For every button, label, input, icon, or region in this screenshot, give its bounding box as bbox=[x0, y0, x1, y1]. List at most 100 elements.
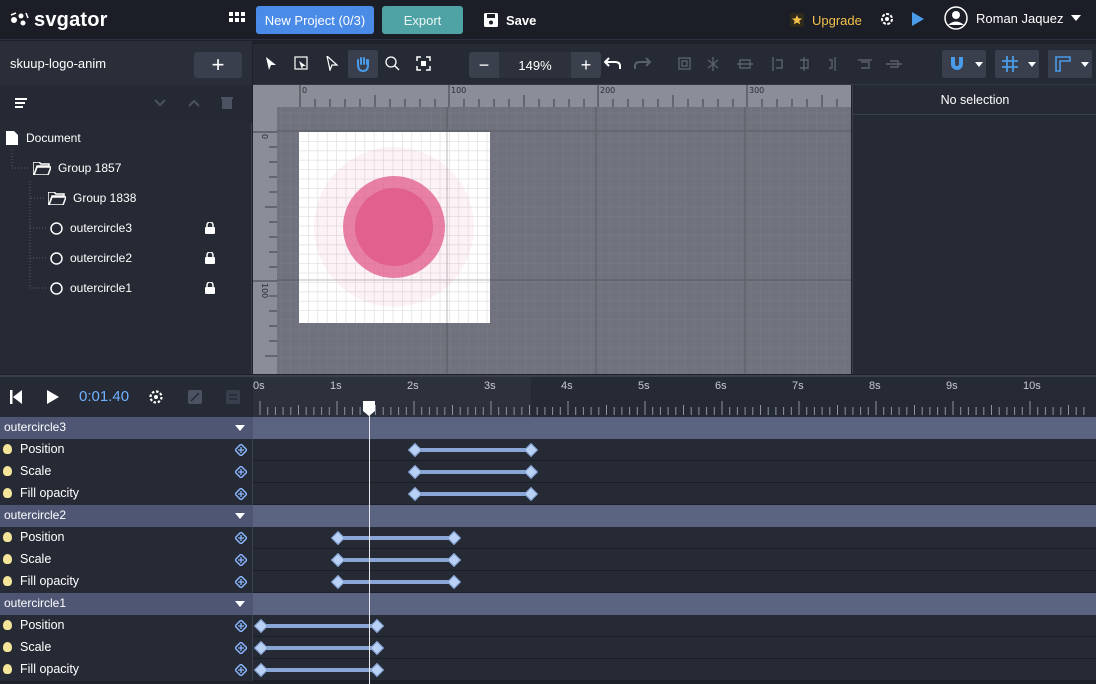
zoom-value[interactable]: 149% bbox=[499, 52, 571, 78]
keyframe-track[interactable] bbox=[261, 668, 377, 672]
keyframe-track[interactable] bbox=[415, 470, 531, 474]
keyframe[interactable] bbox=[523, 442, 539, 458]
timeline-group-outercircle3[interactable]: outercircle3 bbox=[0, 417, 1096, 439]
tree-outercircle2[interactable]: outercircle2 bbox=[50, 251, 132, 265]
zoom-in-button[interactable]: + bbox=[571, 52, 601, 78]
prop-row-position[interactable]: Position bbox=[0, 615, 1096, 637]
tree-outercircle3[interactable]: outercircle3 bbox=[50, 221, 132, 235]
keyframe[interactable] bbox=[330, 530, 346, 546]
add-keyframe-icon[interactable] bbox=[235, 532, 247, 544]
keyframe[interactable] bbox=[369, 640, 385, 656]
keyframe-track[interactable] bbox=[415, 448, 531, 452]
ruler-toggle-button[interactable] bbox=[1048, 50, 1092, 78]
add-keyframe-icon[interactable] bbox=[235, 444, 247, 456]
keyframe-track[interactable] bbox=[261, 646, 377, 650]
transform-tool-icon[interactable] bbox=[294, 56, 309, 71]
select-arrow-icon[interactable] bbox=[265, 57, 277, 71]
new-project-button[interactable]: New Project (0/3) bbox=[256, 6, 374, 34]
play-icon[interactable] bbox=[47, 390, 59, 404]
add-keyframe-icon[interactable] bbox=[235, 488, 247, 500]
fit-screen-icon[interactable] bbox=[416, 56, 431, 71]
chevron-up-icon[interactable] bbox=[188, 99, 200, 107]
keyframe[interactable] bbox=[369, 662, 385, 678]
bulb-icon[interactable] bbox=[3, 444, 12, 454]
settings-gear-icon[interactable] bbox=[879, 11, 895, 30]
add-keyframe-icon[interactable] bbox=[235, 620, 247, 632]
sort-layers-icon[interactable] bbox=[15, 98, 29, 110]
project-name[interactable]: skuup-logo-anim bbox=[10, 56, 106, 71]
chevron-down-icon[interactable] bbox=[235, 601, 245, 607]
bulb-icon[interactable] bbox=[3, 642, 12, 652]
current-time[interactable]: 0:01.40 bbox=[79, 388, 129, 405]
canvas-area[interactable] bbox=[253, 85, 851, 374]
prop-row-scale[interactable]: Scale bbox=[0, 549, 1096, 571]
bulb-icon[interactable] bbox=[3, 576, 12, 586]
keyframe[interactable] bbox=[446, 574, 462, 590]
tree-group-1838[interactable]: Group 1838 bbox=[48, 191, 136, 205]
bulb-icon[interactable] bbox=[3, 554, 12, 564]
export-button[interactable]: Export bbox=[382, 6, 463, 34]
add-keyframe-icon[interactable] bbox=[235, 576, 247, 588]
lock-icon[interactable] bbox=[204, 252, 216, 264]
keyframe[interactable] bbox=[253, 640, 269, 656]
lock-icon[interactable] bbox=[204, 282, 216, 294]
prop-row-scale[interactable]: Scale bbox=[0, 461, 1096, 483]
tree-document[interactable]: Document bbox=[6, 131, 81, 145]
prop-row-fill-opacity[interactable]: Fill opacity bbox=[0, 483, 1096, 505]
zoom-tool-icon[interactable] bbox=[385, 56, 400, 71]
keyframe[interactable] bbox=[369, 618, 385, 634]
keyframe-filter-icon[interactable] bbox=[226, 390, 240, 404]
timeline-ruler[interactable]: 0s 1s 2s 3s 4s 5s 6s 7s 8s 9s 10s bbox=[253, 377, 1096, 417]
easing-icon[interactable] bbox=[188, 390, 202, 404]
chevron-down-icon[interactable] bbox=[235, 513, 245, 519]
chevron-down-icon[interactable] bbox=[154, 99, 166, 107]
user-menu[interactable]: Roman Jaquez bbox=[944, 4, 1082, 32]
keyframe[interactable] bbox=[446, 552, 462, 568]
lock-icon[interactable] bbox=[204, 222, 216, 234]
save-button[interactable]: Save bbox=[484, 6, 536, 34]
bulb-icon[interactable] bbox=[3, 466, 12, 476]
redo-icon[interactable] bbox=[634, 57, 651, 70]
add-keyframe-icon[interactable] bbox=[235, 554, 247, 566]
playhead-handle[interactable] bbox=[363, 401, 375, 417]
keyframe[interactable] bbox=[407, 464, 423, 480]
zoom-out-button[interactable]: − bbox=[469, 52, 499, 78]
keyframe[interactable] bbox=[523, 486, 539, 502]
keyframe-track[interactable] bbox=[338, 536, 454, 540]
svgator-logo[interactable]: svgator bbox=[8, 8, 108, 32]
undo-icon[interactable] bbox=[604, 57, 621, 70]
keyframe[interactable] bbox=[253, 618, 269, 634]
keyframe[interactable] bbox=[330, 552, 346, 568]
prop-row-fill-opacity[interactable]: Fill opacity bbox=[0, 571, 1096, 593]
tree-outercircle1[interactable]: outercircle1 bbox=[50, 281, 132, 295]
add-button[interactable]: + bbox=[194, 52, 242, 78]
node-select-icon[interactable] bbox=[326, 56, 339, 71]
bulb-icon[interactable] bbox=[3, 488, 12, 498]
skip-start-icon[interactable] bbox=[10, 390, 22, 404]
add-keyframe-icon[interactable] bbox=[235, 466, 247, 478]
keyframe-track[interactable] bbox=[338, 580, 454, 584]
tree-group-1857[interactable]: Group 1857 bbox=[33, 161, 121, 175]
keyframe[interactable] bbox=[330, 574, 346, 590]
bulb-icon[interactable] bbox=[3, 532, 12, 542]
keyframe[interactable] bbox=[253, 662, 269, 678]
bulb-icon[interactable] bbox=[3, 664, 12, 674]
prop-row-position[interactable]: Position bbox=[0, 527, 1096, 549]
timeline-group-outercircle1[interactable]: outercircle1 bbox=[0, 593, 1096, 615]
align-tools-group[interactable] bbox=[677, 56, 912, 72]
keyframe-track[interactable] bbox=[415, 492, 531, 496]
grid-toggle-button[interactable] bbox=[995, 50, 1039, 78]
upgrade-button[interactable]: Upgrade bbox=[790, 6, 862, 34]
add-keyframe-icon[interactable] bbox=[235, 642, 247, 654]
hand-tool-button[interactable] bbox=[348, 50, 378, 78]
play-preview-icon[interactable] bbox=[911, 11, 925, 30]
timeline-group-outercircle2[interactable]: outercircle2 bbox=[0, 505, 1096, 527]
keyframe-track[interactable] bbox=[261, 624, 377, 628]
keyframe[interactable] bbox=[407, 442, 423, 458]
prop-row-fill-opacity[interactable]: Fill opacity bbox=[0, 659, 1096, 681]
keyframe-track[interactable] bbox=[338, 558, 454, 562]
keyframe[interactable] bbox=[523, 464, 539, 480]
prop-row-position[interactable]: Position bbox=[0, 439, 1096, 461]
keyframe[interactable] bbox=[446, 530, 462, 546]
chevron-down-icon[interactable] bbox=[235, 425, 245, 431]
